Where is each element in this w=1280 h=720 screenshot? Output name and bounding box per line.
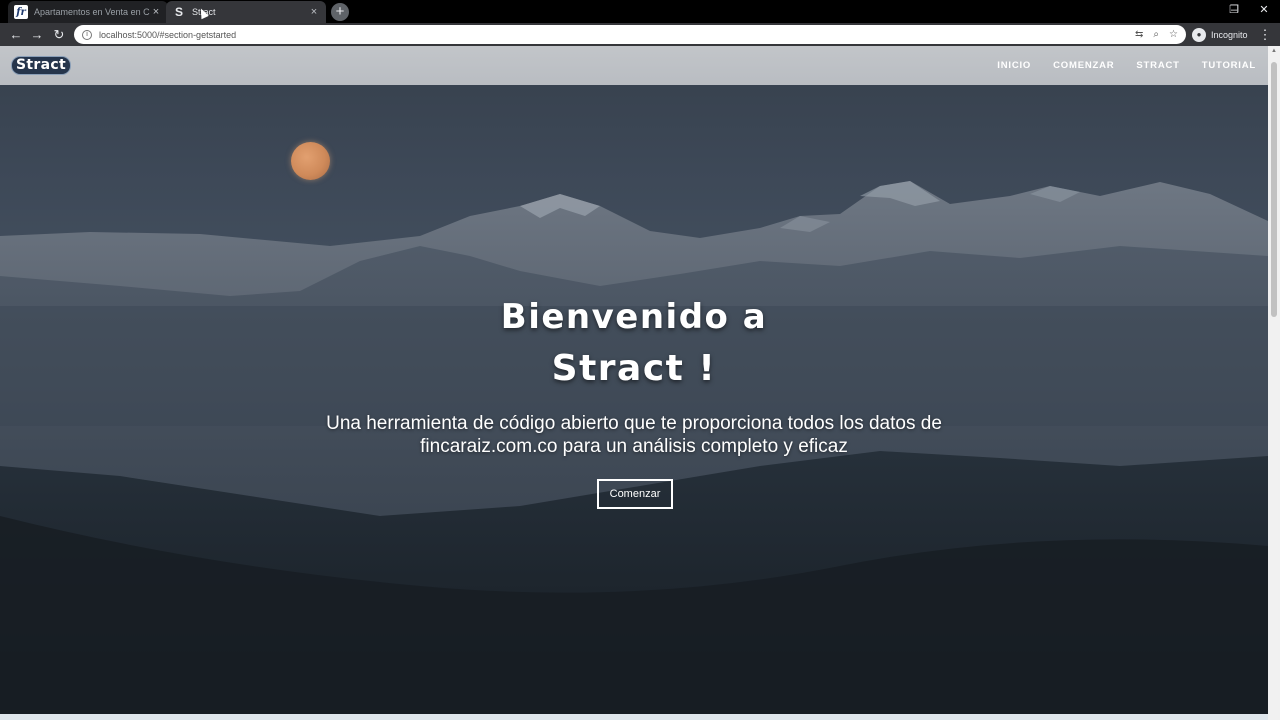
bookmark-star-icon[interactable]: ☆ [1169,29,1178,40]
reload-icon[interactable]: ↻ [50,26,68,43]
page-viewport: Stract INICIO COMENZAR STRACT TUTORIAL B… [0,46,1268,720]
hero-subtitle: Una herramienta de código abierto que te… [0,412,1268,458]
tab-apartamentos[interactable]: fr Apartamentos en Venta en Caldas × [8,1,168,23]
restore-button[interactable]: ❐ [1220,2,1248,18]
new-tab-button[interactable]: + [331,3,349,21]
back-arrow-icon[interactable]: ← [7,26,25,43]
main-nav: INICIO COMENZAR STRACT TUTORIAL [975,60,1256,71]
close-tab-icon[interactable]: × [150,6,162,18]
incognito-profile-button[interactable]: ● Incognito [1192,25,1248,44]
moon [291,142,330,180]
translate-icon[interactable]: ⇆ [1135,29,1143,40]
tab-label: Apartamentos en Venta en Caldas [34,7,150,17]
stract-logo[interactable]: Stract [11,56,71,75]
hero-subtitle-line1: Una herramienta de código abierto que te… [326,413,942,434]
page-scrollbar[interactable]: ▲ [1268,46,1280,720]
hero-title-line1: Bienvenido a [500,297,768,337]
fincaraiz-favicon-icon: fr [14,5,28,19]
info-icon[interactable]: i [82,29,92,40]
nav-link-tutorial[interactable]: TUTORIAL [1202,60,1256,71]
tab-label: Stract [192,7,216,17]
tab-stract[interactable]: S Stract × [166,1,326,23]
scroll-up-icon[interactable]: ▲ [1270,48,1278,54]
browser-menu-icon[interactable]: ⋮ [1258,26,1272,43]
url-text: localhost:5000/#section-getstarted [99,29,237,40]
browser-toolbar: ← → ↻ i localhost:5000/#section-getstart… [0,23,1280,46]
forward-arrow-icon[interactable]: → [28,26,46,43]
hero-title-line2: Stract ! [551,348,717,389]
incognito-label: Incognito [1211,29,1248,40]
nav-link-inicio[interactable]: INICIO [997,60,1031,71]
hero-subtitle-line2: fincaraiz.com.co para un análisis comple… [420,436,848,457]
browser-tab-strip: fr Apartamentos en Venta en Caldas × S S… [0,0,1280,23]
close-tab-icon[interactable]: × [308,6,320,18]
nav-link-comenzar[interactable]: COMENZAR [1053,60,1114,71]
scrollbar-thumb[interactable] [1271,62,1277,317]
stract-favicon-icon: S [174,5,183,19]
zoom-icon[interactable]: ⌕ [1153,29,1159,40]
site-header: Stract INICIO COMENZAR STRACT TUTORIAL [0,46,1268,85]
nav-link-stract[interactable]: STRACT [1136,60,1179,71]
comenzar-button[interactable]: Comenzar [597,479,673,509]
incognito-icon: ● [1192,27,1206,42]
address-bar[interactable]: i localhost:5000/#section-getstarted ⇆ ⌕… [74,25,1186,44]
close-window-button[interactable]: ✕ [1250,2,1278,18]
next-section-edge [0,714,1268,720]
